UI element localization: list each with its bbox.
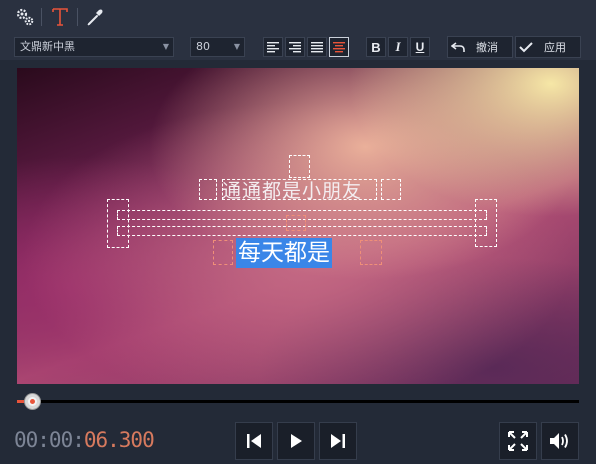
rotate-handle[interactable] bbox=[286, 215, 306, 231]
toolbar-divider bbox=[41, 8, 42, 26]
skip-forward-icon bbox=[331, 434, 345, 448]
previous-frame-button[interactable] bbox=[235, 422, 273, 460]
video-preview[interactable]: 通通都是小朋友 每天都是 bbox=[17, 68, 579, 384]
align-left-icon bbox=[267, 42, 279, 53]
timeline-scrubber[interactable] bbox=[17, 394, 579, 409]
play-icon bbox=[291, 434, 302, 448]
chevron-down-icon: ▼ bbox=[162, 42, 170, 51]
apply-button[interactable]: 应用 bbox=[515, 36, 581, 58]
top-toolbar bbox=[0, 0, 596, 34]
rotate-handle[interactable] bbox=[289, 155, 310, 178]
resize-handle[interactable] bbox=[381, 179, 401, 200]
resize-handle[interactable] bbox=[199, 179, 217, 200]
resize-handle[interactable] bbox=[107, 199, 129, 248]
font-size-select[interactable]: 80 ▼ bbox=[190, 37, 245, 57]
apply-label: 应用 bbox=[544, 41, 566, 54]
resize-handle[interactable] bbox=[213, 240, 233, 265]
play-button[interactable] bbox=[277, 422, 315, 460]
volume-button[interactable] bbox=[541, 422, 579, 460]
align-right-button[interactable] bbox=[285, 37, 305, 57]
text-editor-window: 文鼎新中黑 ▼ 80 ▼ B I U 撤消 应用 通通都是小朋友 每天都是 00… bbox=[0, 0, 596, 464]
eyedropper-icon[interactable] bbox=[84, 6, 106, 28]
format-bar: 文鼎新中黑 ▼ 80 ▼ B I U 撤消 应用 bbox=[0, 34, 596, 60]
text-icon[interactable] bbox=[49, 6, 71, 28]
align-justify-icon bbox=[311, 42, 323, 53]
undo-button[interactable]: 撤消 bbox=[447, 36, 513, 58]
align-left-button[interactable] bbox=[263, 37, 283, 57]
speaker-icon bbox=[550, 433, 568, 449]
timeline-thumb[interactable] bbox=[25, 394, 41, 409]
skip-back-icon bbox=[247, 434, 261, 448]
time-display: 00:00:06.300 bbox=[14, 428, 155, 452]
fullscreen-icon bbox=[508, 431, 528, 451]
fullscreen-button[interactable] bbox=[499, 422, 537, 460]
align-right-icon bbox=[289, 42, 301, 53]
font-family-select[interactable]: 文鼎新中黑 ▼ bbox=[14, 37, 174, 57]
font-size-value: 80 bbox=[196, 40, 210, 53]
toolbar-divider bbox=[77, 8, 78, 26]
time-prefix: 00:00: bbox=[14, 428, 85, 452]
caption-text-line1[interactable]: 通通都是小朋友 bbox=[222, 176, 362, 203]
align-center-icon bbox=[333, 42, 345, 53]
timeline-track bbox=[17, 400, 579, 403]
undo-label: 撤消 bbox=[476, 41, 498, 54]
chevron-down-icon: ▼ bbox=[233, 42, 241, 51]
checkmark-icon bbox=[516, 41, 536, 53]
gears-icon[interactable] bbox=[14, 6, 36, 28]
time-current: 06.300 bbox=[83, 428, 155, 452]
next-frame-button[interactable] bbox=[319, 422, 357, 460]
align-justify-button[interactable] bbox=[307, 37, 327, 57]
align-center-button[interactable] bbox=[329, 37, 349, 57]
resize-handle[interactable] bbox=[475, 199, 497, 247]
undo-icon bbox=[448, 41, 468, 53]
font-family-value: 文鼎新中黑 bbox=[20, 40, 75, 53]
resize-handle[interactable] bbox=[360, 240, 382, 265]
italic-button[interactable]: I bbox=[388, 37, 408, 57]
underline-button[interactable]: U bbox=[410, 37, 430, 57]
bold-button[interactable]: B bbox=[366, 37, 386, 57]
caption-text-selected[interactable]: 每天都是 bbox=[236, 238, 332, 268]
